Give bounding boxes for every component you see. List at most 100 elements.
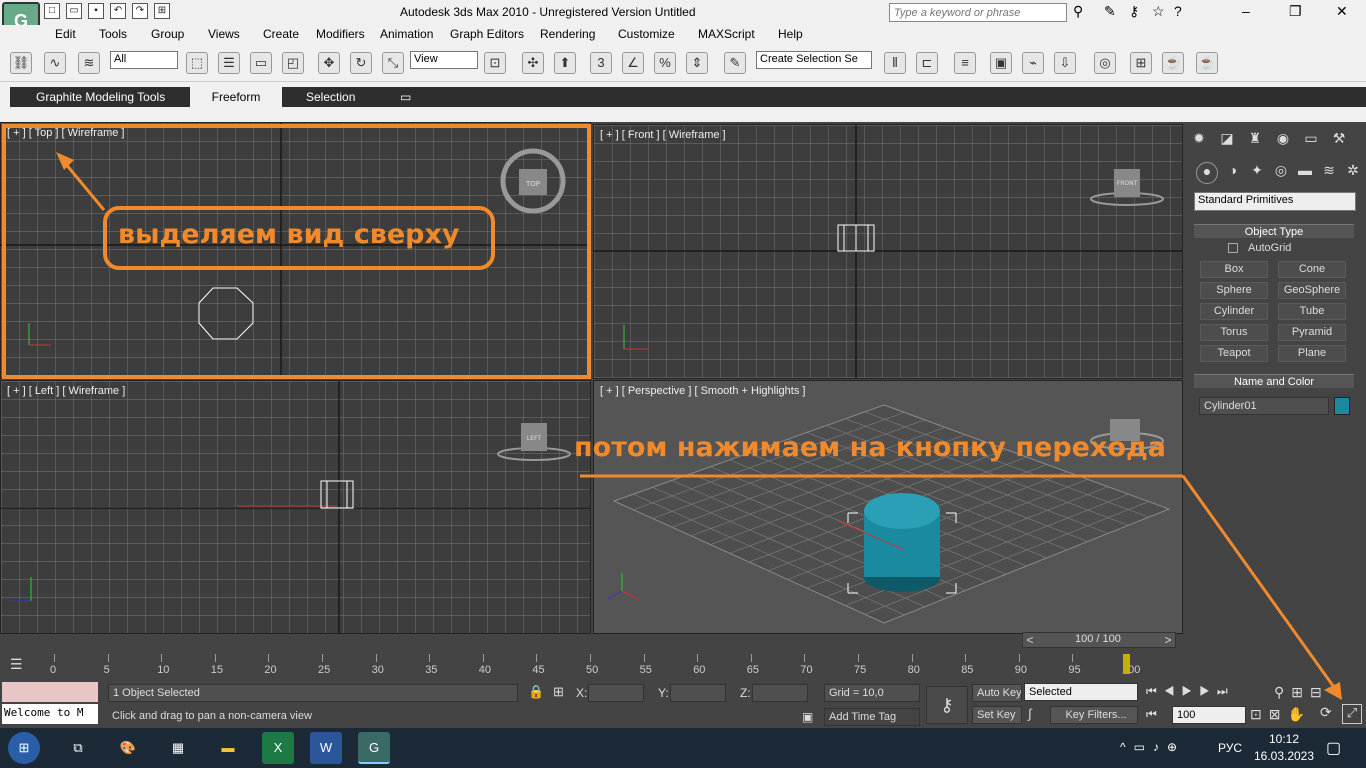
project-folder-icon[interactable]: ⊞ [154,3,170,19]
viewport-label-left[interactable]: [ + ] [ Left ] [ Wireframe ] [7,385,125,397]
viewport-perspective[interactable]: [ + ] [ Perspective ] [ Smooth + Highlig… [593,380,1183,634]
material-editor-icon[interactable]: ◎ [1094,52,1116,74]
box-button[interactable]: Box [1200,261,1268,278]
percent-snap-icon[interactable]: % [654,52,676,74]
layer-manager-icon[interactable]: ≡ [954,52,976,74]
geosphere-button[interactable]: GeoSphere [1278,282,1346,299]
render-production-icon[interactable]: ☕ [1196,52,1218,74]
torus-button[interactable]: Torus [1200,324,1268,341]
time-slider[interactable]: < 100 / 100 > [1022,632,1176,648]
menu-tools[interactable]: Tools [99,27,127,41]
menu-animation[interactable]: Animation [380,27,433,41]
add-time-tag[interactable]: Add Time Tag [824,708,920,726]
set-key-button[interactable]: Set Key [972,706,1022,724]
track-bar[interactable]: 0 5 10 15 20 25 30 35 40 45 50 55 60 65 70 75 80 85 90 95 10… [44,652,1184,680]
tab-selection[interactable]: Selection [306,87,355,107]
unlink-icon[interactable]: ∿ [44,52,66,74]
pyramid-button[interactable]: Pyramid [1278,324,1346,341]
menu-rendering[interactable]: Rendering [540,27,595,41]
maxscript-listener[interactable]: Welcome to M [2,704,98,724]
slider-next-icon[interactable]: > [1161,633,1175,647]
snaps-toggle-icon[interactable]: 3 [590,52,612,74]
key-mode-dropdown[interactable]: Selected [1024,683,1138,701]
sphere-button[interactable]: Sphere [1200,282,1268,299]
nav-controls-bottom[interactable]: ⊡⊠✋ [1250,706,1312,723]
task-view-icon[interactable]: ⧉ [62,732,94,764]
auto-key-button[interactable]: Auto Key [972,684,1022,702]
tab-graphite-modeling-tools[interactable]: Graphite Modeling Tools [36,87,165,107]
new-file-icon[interactable]: □ [44,3,60,19]
open-file-icon[interactable]: ▭ [66,3,82,19]
key-mode-toggle-icon[interactable]: ⏮ [1146,707,1157,722]
menu-views[interactable]: Views [208,27,240,41]
menu-maxscript[interactable]: MAXScript [698,27,755,41]
file-explorer-icon[interactable]: ▬ [212,732,244,764]
reference-coord-dropdown[interactable]: View [410,51,478,69]
rendered-frame-icon[interactable]: ☕ [1162,52,1184,74]
hierarchy-tab-icon[interactable]: ♜ [1244,130,1266,152]
start-button-icon[interactable]: ⊞ [8,732,40,764]
plane-button[interactable]: Plane [1278,345,1346,362]
autogrid-checkbox[interactable] [1228,243,1238,253]
tube-button[interactable]: Tube [1278,303,1346,320]
undo-icon[interactable]: ↶ [110,3,126,19]
named-selection-dropdown[interactable]: Create Selection Se [756,51,872,69]
maximize-icon[interactable]: ❐ [1289,3,1302,20]
schematic-view-icon[interactable]: ⇩ [1054,52,1076,74]
notifications-icon[interactable]: ▢ [1326,738,1341,758]
keyboard-shortcut-icon[interactable]: ⬆ [554,52,576,74]
help-icon[interactable]: ? [1174,3,1182,19]
helpers-icon[interactable]: ≋ [1318,162,1340,184]
save-icon[interactable]: ▪ [88,3,104,19]
word-icon[interactable]: W [310,732,342,764]
bind-space-warp-icon[interactable]: ≋ [78,52,100,74]
menu-modifiers[interactable]: Modifiers [316,27,365,41]
object-name-field[interactable]: Cylinder01 [1199,397,1329,415]
menu-create[interactable]: Create [263,27,299,41]
rotate-icon[interactable]: ↻ [350,52,372,74]
primitive-category-dropdown[interactable]: Standard Primitives [1194,192,1356,211]
arc-rotate-icon[interactable]: ⟳ [1320,704,1332,721]
move-icon[interactable]: ✥ [318,52,340,74]
edit-named-selection-icon[interactable]: ✎ [724,52,746,74]
redo-icon[interactable]: ↷ [132,3,148,19]
angle-snap-icon[interactable]: ∠ [622,52,644,74]
menu-graph-editors[interactable]: Graph Editors [450,27,524,41]
create-tab-icon[interactable]: ✹ [1188,130,1210,152]
systems-icon[interactable]: ✲ [1342,162,1364,184]
minimize-icon[interactable]: – [1242,3,1250,19]
menu-group[interactable]: Group [151,27,184,41]
z-coord-field[interactable] [752,684,808,702]
scale-icon[interactable]: ⤡ [382,52,404,74]
excel-icon[interactable]: X [262,732,294,764]
language-indicator[interactable]: РУС [1218,741,1242,755]
curve-editor-icon[interactable]: ⌁ [1022,52,1044,74]
geometry-icon[interactable]: ● [1196,162,1218,184]
modify-tab-icon[interactable]: ◪ [1216,130,1238,152]
viewport-label-front[interactable]: [ + ] [ Front ] [ Wireframe ] [600,129,726,141]
cylinder-button[interactable]: Cylinder [1200,303,1268,320]
link-icon[interactable]: ⛓ [10,52,32,74]
slider-prev-icon[interactable]: < [1023,633,1037,647]
viewport-label-top[interactable]: [ + ] [ Top ] [ Wireframe ] [7,127,124,139]
cameras-icon[interactable]: ◎ [1270,162,1292,184]
absolute-mode-icon[interactable]: ⊞ [553,684,564,700]
maximize-viewport-toggle-icon[interactable]: ⤢ [1342,704,1362,724]
select-object-icon[interactable]: ⬚ [186,52,208,74]
key-filters-button[interactable]: Key Filters... [1050,706,1138,724]
window-crossing-icon[interactable]: ◰ [282,52,304,74]
rollout-name-and-color[interactable]: Name and Color [1194,374,1354,388]
graphite-toggle-icon[interactable]: ▣ [990,52,1012,74]
viewport-label-perspective[interactable]: [ + ] [ Perspective ] [ Smooth + Highlig… [600,385,805,397]
y-coord-field[interactable] [670,684,726,702]
system-tray-icons[interactable]: ^▭♪⊕ [1120,740,1185,754]
current-frame-marker[interactable] [1123,654,1130,674]
manipulate-icon[interactable]: ✣ [522,52,544,74]
menu-edit[interactable]: Edit [55,27,76,41]
cameras-2-icon[interactable]: ▬ [1294,162,1316,184]
tab-freeform[interactable]: Freeform [190,87,282,107]
nav-controls-top[interactable]: ⚲⊞⊟ [1274,684,1329,701]
lights-icon[interactable]: ✦ [1246,162,1268,184]
set-key-big-icon[interactable]: ⚷ [926,686,968,724]
menu-help[interactable]: Help [778,27,803,41]
